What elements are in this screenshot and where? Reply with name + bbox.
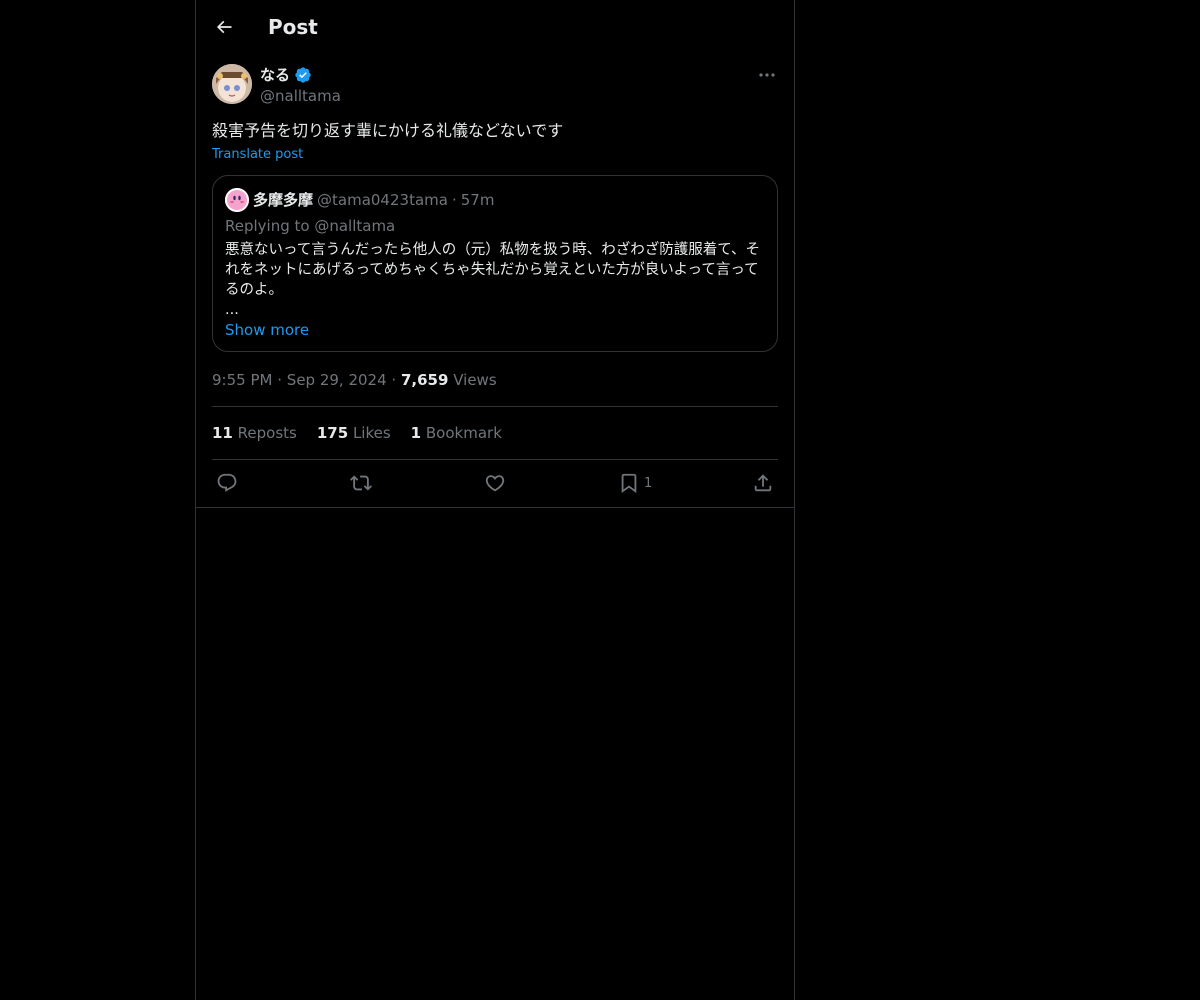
- bookmark-button[interactable]: 1: [618, 471, 652, 495]
- views-label: Views: [453, 371, 497, 389]
- quote-header: 多摩多摩 @tama0423tama · 57m: [253, 190, 494, 210]
- avatar[interactable]: [212, 64, 252, 104]
- quoted-post[interactable]: 多摩多摩 @tama0423tama · 57m Replying to @na…: [212, 175, 778, 352]
- post-meta: 9:55 PM · Sep 29, 2024 · 7,659 Views: [212, 370, 497, 390]
- quote-text: 悪意ないって言うんだったら他人の（元）私物を扱う時、わざわざ防護服着て、それをネ…: [225, 242, 761, 298]
- views-count: 7,659: [400, 371, 449, 389]
- likes-count: 175: [316, 424, 349, 442]
- bookmarks-count: 1: [410, 424, 422, 442]
- more-button[interactable]: [756, 66, 778, 84]
- author-handle[interactable]: @nalltama: [260, 86, 341, 106]
- reposts-count: 11: [212, 424, 233, 442]
- post-text: 殺害予告を切り返す輩にかける礼儀などないです: [212, 121, 564, 140]
- reply-icon: [217, 473, 237, 492]
- author-name[interactable]: なる: [260, 65, 312, 85]
- share-button[interactable]: [752, 471, 774, 495]
- post-bottom-border: [196, 507, 794, 508]
- verified-badge-icon: [295, 67, 311, 83]
- like-button[interactable]: [484, 471, 506, 495]
- post-time[interactable]: 9:55 PM: [212, 371, 272, 389]
- header: Post: [196, 0, 794, 54]
- quote-separator: ·: [451, 191, 457, 209]
- meta-separator: ·: [391, 371, 397, 389]
- repost-button[interactable]: [350, 471, 372, 495]
- back-button[interactable]: [210, 13, 238, 41]
- quote-replying-to: Replying to @nalltama: [225, 217, 396, 235]
- divider: [212, 459, 778, 460]
- likes-stat[interactable]: 175 Likes: [317, 423, 391, 443]
- translate-post-link[interactable]: Translate post: [212, 146, 303, 164]
- bookmarks-stat[interactable]: 1 Bookmark: [411, 423, 502, 443]
- quote-ellipsis: ...: [225, 302, 239, 318]
- post-column: Post なる @nalltama 殺害予告を切り返す輩にかける礼儀などないです…: [195, 0, 795, 1000]
- quote-time: 57m: [460, 191, 495, 209]
- reply-button[interactable]: [216, 471, 238, 495]
- show-more-link[interactable]: Show more: [225, 320, 309, 340]
- quote-avatar-image: [225, 188, 249, 212]
- more-icon: [759, 73, 775, 77]
- quote-author-handle: @tama0423tama: [317, 191, 448, 209]
- divider: [212, 406, 778, 407]
- repost-icon: [350, 475, 372, 491]
- likes-label: Likes: [352, 424, 391, 442]
- quote-avatar: [225, 188, 249, 212]
- avatar-image: [212, 64, 252, 104]
- action-bar: 1: [212, 471, 778, 495]
- quote-author-name: 多摩多摩: [253, 191, 314, 209]
- bookmark-count: 1: [644, 475, 653, 491]
- post-stats: 11 Reposts 175 Likes 1 Bookmark: [212, 423, 502, 443]
- bookmarks-label: Bookmark: [425, 424, 502, 442]
- post-date[interactable]: Sep 29, 2024: [287, 371, 387, 389]
- reposts-stat[interactable]: 11 Reposts: [212, 423, 297, 443]
- page-title: Post: [268, 15, 318, 39]
- bookmark-icon: [621, 473, 637, 494]
- back-arrow-icon: [216, 20, 232, 34]
- like-icon: [485, 475, 505, 492]
- author-name-text: なる: [260, 66, 291, 84]
- meta-separator: ·: [277, 371, 283, 389]
- reposts-label: Reposts: [237, 424, 297, 442]
- share-icon: [754, 474, 772, 492]
